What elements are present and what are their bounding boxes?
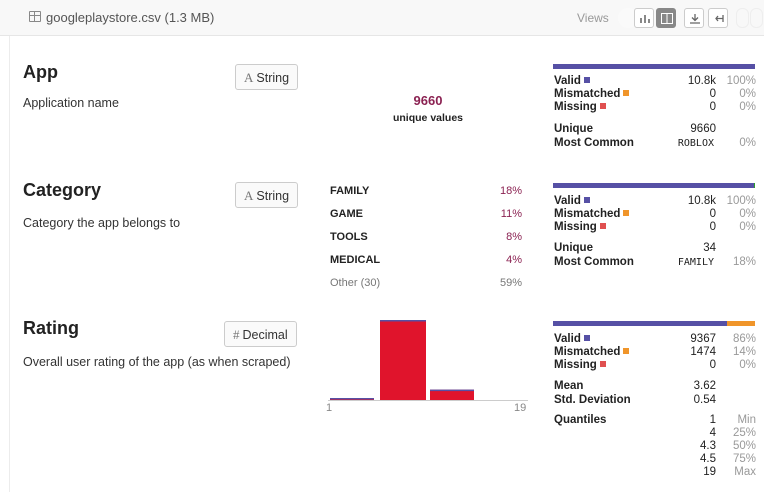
number-type-icon: #	[233, 327, 240, 342]
stat-quantile-row: 19 Max	[703, 466, 756, 478]
left-guide	[9, 36, 10, 492]
stat-missing: Missing 0 0%	[554, 221, 756, 233]
column-view-button[interactable]	[656, 8, 676, 28]
category-other-row: Other (30) 59%	[330, 277, 522, 289]
histogram-bar[interactable]	[380, 320, 426, 400]
download-button[interactable]	[684, 8, 704, 28]
stat-mismatched: Mismatched 1474 14%	[554, 346, 756, 358]
histogram-bar-cap	[330, 398, 374, 400]
column-name: Category	[23, 180, 102, 200]
stat-valid: Valid 9367 86%	[554, 333, 756, 345]
quality-bar	[553, 64, 755, 69]
string-type-icon: A	[244, 70, 254, 85]
unique-label: unique values	[392, 112, 464, 124]
table-icon	[29, 11, 41, 22]
stat-most-common: Most Common FAMILY 18%	[554, 256, 756, 268]
stat-mean: Mean 3.62	[554, 380, 716, 392]
quality-bar-valid-segment	[553, 64, 755, 69]
ghost-icons	[736, 8, 764, 28]
category-value-row: MEDICAL 4%	[330, 254, 522, 266]
category-value-row: FAMILY 18%	[330, 185, 522, 197]
file-header: googleplaystore.csv (1.3 MB) Views	[0, 0, 764, 36]
column-description: Overall user rating of the app (as when …	[23, 355, 291, 369]
stat-mismatched: Mismatched 0 0%	[554, 208, 756, 220]
quality-bar-valid-segment	[553, 183, 754, 188]
quality-bar	[553, 321, 755, 326]
string-type-icon: A	[244, 188, 254, 203]
stat-missing: Missing 0 0%	[554, 101, 756, 113]
stat-valid: Valid 10.8k 100%	[554, 75, 756, 87]
stat-unique: Unique 34	[554, 242, 716, 254]
type-badge[interactable]: A String	[235, 182, 299, 208]
quality-bar-valid-segment	[553, 321, 727, 326]
rating-histogram	[328, 320, 528, 401]
stat-quantile-row: 4.3 50%	[700, 440, 756, 452]
histogram-bar-cap	[380, 320, 426, 322]
share-button[interactable]	[708, 8, 728, 28]
stat-quantiles: Quantiles 1 Min	[554, 414, 756, 426]
bar-chart-icon	[640, 15, 650, 23]
download-icon	[690, 14, 700, 24]
category-value-row: TOOLS 8%	[330, 231, 522, 243]
stat-std-dev: Std. Deviation 0.54	[554, 394, 716, 406]
type-label: String	[256, 71, 290, 85]
stat-missing: Missing 0 0%	[554, 359, 756, 371]
type-label: String	[256, 189, 290, 203]
type-badge[interactable]: # Decimal	[224, 321, 297, 347]
stat-most-common: Most Common ROBLOX 0%	[554, 137, 756, 149]
quality-bar	[553, 183, 755, 188]
unique-count: 9660	[413, 93, 443, 108]
column-description: Application name	[23, 96, 119, 110]
quality-bar-mismatched-segment	[726, 321, 755, 326]
stat-mismatched: Mismatched 0 0%	[554, 88, 756, 100]
column-description: Category the app belongs to	[23, 216, 181, 230]
stat-valid: Valid 10.8k 100%	[554, 195, 756, 207]
quality-bar-rest-segment	[753, 183, 755, 188]
histogram-max-label: 19	[514, 402, 527, 414]
stat-quantile-row: 4.5 75%	[700, 453, 756, 465]
histogram-bar[interactable]	[430, 389, 474, 400]
column-name: Rating	[23, 318, 79, 338]
column-name: App	[23, 62, 58, 82]
stat-unique: Unique 9660	[554, 123, 716, 135]
histogram-min-label: 1	[326, 402, 333, 414]
columns-icon	[661, 13, 673, 24]
stat-quantile-row: 4 25%	[709, 427, 756, 439]
type-badge[interactable]: A String	[235, 64, 299, 90]
file-title: googleplaystore.csv (1.3 MB)	[46, 10, 215, 25]
chart-view-button[interactable]	[634, 8, 654, 28]
histogram-bar-cap	[430, 389, 474, 392]
category-value-row: GAME 11%	[330, 208, 522, 220]
type-label: Decimal	[242, 328, 288, 342]
views-label: Views	[577, 11, 609, 25]
share-icon	[715, 15, 724, 22]
